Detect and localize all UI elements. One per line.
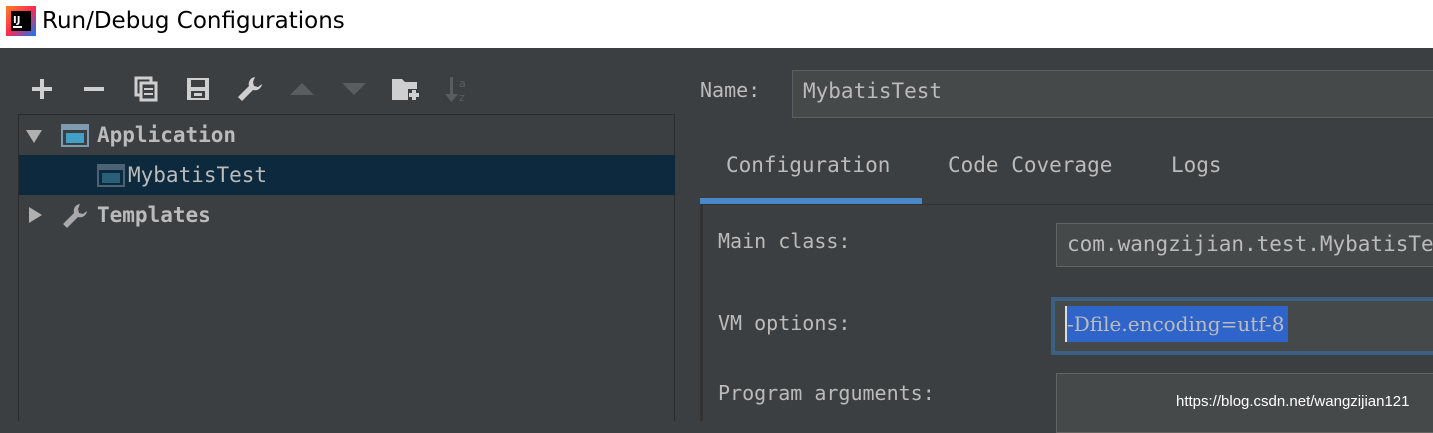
svg-text:z: z — [459, 91, 465, 104]
intellij-idea-icon: IJ — [6, 6, 36, 36]
window-title: Run/Debug Configurations — [42, 8, 345, 34]
main-class-value: com.wangzijian.test.MybatisTest — [1067, 232, 1433, 256]
move-up-button[interactable] — [285, 68, 319, 110]
add-button[interactable] — [25, 68, 59, 110]
text-caret — [1065, 306, 1067, 342]
configurations-tree[interactable]: Application MybatisTest Templates — [18, 114, 675, 421]
save-button[interactable] — [181, 68, 215, 110]
application-icon — [97, 164, 125, 187]
svg-text:IJ: IJ — [13, 15, 20, 26]
expand-arrow-icon[interactable] — [25, 127, 43, 145]
tree-item-mybatistest[interactable]: MybatisTest — [19, 155, 675, 195]
tab-code-coverage[interactable]: Code Coverage — [948, 140, 1112, 202]
tree-item-templates[interactable]: Templates — [19, 195, 675, 235]
name-label: Name: — [700, 78, 761, 102]
watermark: https://blog.csdn.net/wangzijian121 — [1176, 393, 1410, 410]
tree-item-application[interactable]: Application — [19, 115, 675, 155]
configurations-toolbar: az — [0, 68, 680, 110]
tab-logs[interactable]: Logs — [1171, 140, 1222, 202]
svg-text:a: a — [459, 77, 466, 90]
tree-item-label: MybatisTest — [128, 163, 268, 187]
plus-icon — [32, 79, 52, 99]
new-folder-icon — [392, 79, 420, 101]
copy-icon — [134, 76, 158, 102]
wrench-icon — [238, 77, 262, 101]
tree-item-label: Application — [97, 123, 237, 147]
config-tabs: Configuration Code Coverage Logs — [700, 140, 1433, 204]
application-icon — [61, 124, 89, 147]
wrench-icon — [63, 204, 87, 228]
sort-az-icon: az — [445, 77, 466, 104]
collapse-arrow-icon[interactable] — [27, 206, 43, 224]
arrow-down-icon — [342, 83, 366, 95]
vm-options-value: -Dfile.encoding=utf-8 — [1067, 312, 1285, 336]
vm-options-label: VM options: — [718, 311, 851, 335]
configuration-panel: Main class: com.wangzijian.test.MybatisT… — [700, 205, 1433, 433]
sort-button[interactable]: az — [441, 68, 475, 110]
minus-icon — [84, 87, 104, 91]
copy-button[interactable] — [129, 68, 163, 110]
move-down-button[interactable] — [337, 68, 371, 110]
save-icon — [187, 78, 209, 100]
program-arguments-label: Program arguments: — [718, 381, 935, 405]
name-input-value: MybatisTest — [803, 79, 943, 103]
main-class-label: Main class: — [718, 229, 851, 253]
vm-options-input[interactable]: -Dfile.encoding=utf-8 — [1053, 299, 1433, 353]
main-class-input[interactable]: com.wangzijian.test.MybatisTest — [1056, 223, 1433, 267]
title-bar: IJ Run/Debug Configurations — [0, 0, 1433, 48]
tree-item-label: Templates — [97, 203, 211, 227]
edit-defaults-button[interactable] — [233, 68, 267, 110]
new-folder-button[interactable] — [389, 68, 423, 110]
tab-configuration[interactable]: Configuration — [726, 140, 890, 202]
selected-text: -Dfile.encoding=utf-8 — [1065, 306, 1289, 342]
remove-button[interactable] — [77, 68, 111, 110]
arrow-up-icon — [290, 83, 314, 95]
name-input[interactable]: MybatisTest — [792, 70, 1433, 118]
